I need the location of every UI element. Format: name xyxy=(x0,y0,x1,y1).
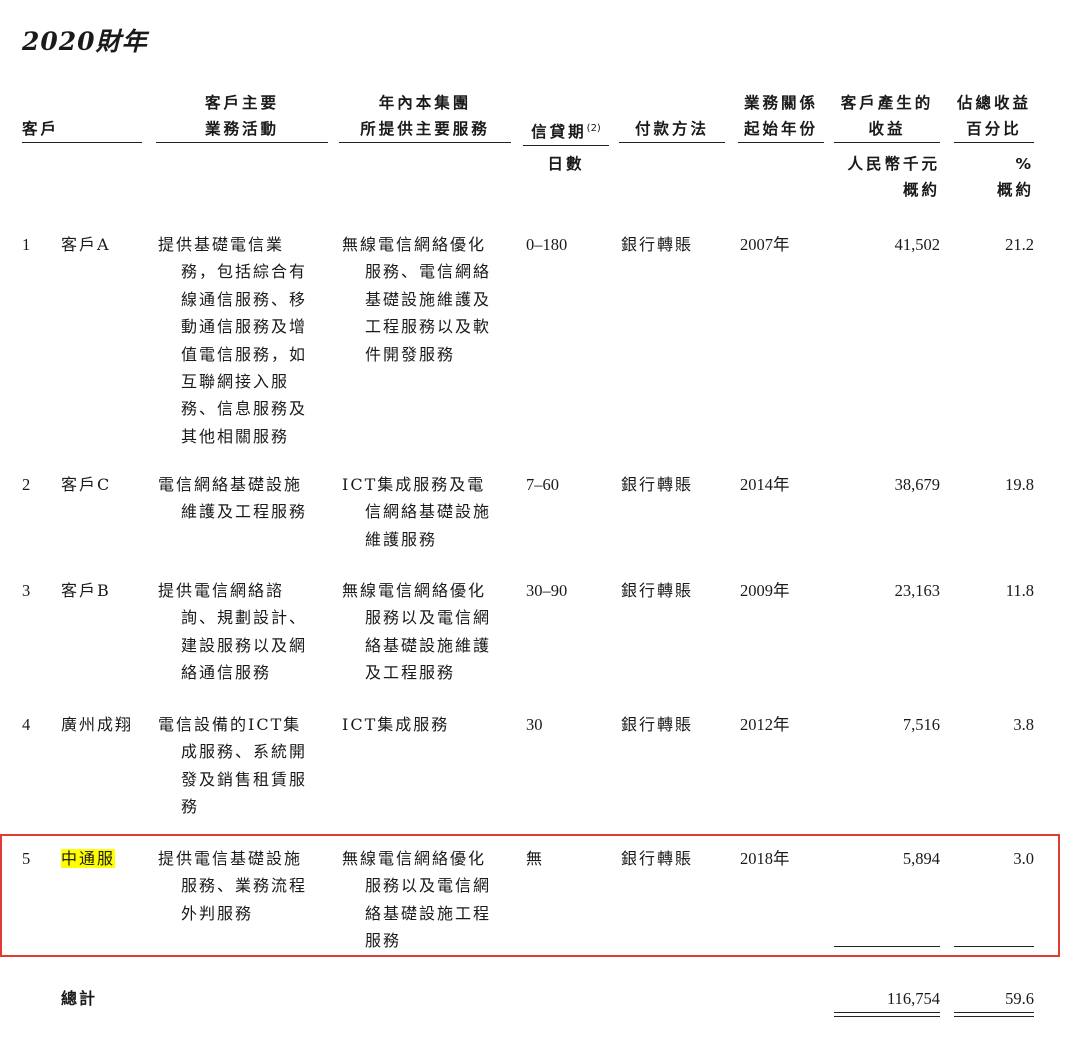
customer-name: 客戶A xyxy=(61,235,111,254)
percentage-value: 19.8 xyxy=(1005,475,1034,494)
revenue-value: 38,679 xyxy=(894,475,940,494)
credit-period: 無 xyxy=(526,849,545,868)
unit-credit: 日數 xyxy=(547,155,585,173)
credit-period: 30–90 xyxy=(526,581,568,600)
payment-method: 銀行轉賬 xyxy=(621,475,694,494)
credit-period: 0–180 xyxy=(526,235,568,254)
revenue-value: 23,163 xyxy=(894,581,940,600)
header-revenue: 客戶產生的 收益 xyxy=(834,90,940,143)
subtotal-rule xyxy=(954,946,1034,947)
page-title: 2020財年 xyxy=(22,27,148,56)
business-activities: 電信設備的ICT集 成服務、系統開 發及銷售租賃服 務 xyxy=(158,715,308,817)
percentage-value: 3.0 xyxy=(1013,849,1034,868)
unit-percentage: % 概約 xyxy=(996,155,1034,199)
business-activities: 提供電信基礎設施 服務、業務流程 外判服務 xyxy=(158,849,308,923)
payment-method: 銀行轉賬 xyxy=(621,849,694,868)
services-provided: 無線電信網絡優化 服務、電信網絡 基礎設施維護及 工程服務以及軟 件開發服務 xyxy=(342,235,492,364)
total-double-rule xyxy=(834,1016,940,1017)
customer-name: 客戶B xyxy=(61,581,111,600)
credit-period: 30 xyxy=(526,715,543,734)
highlighted-name: 中通服 xyxy=(61,849,116,868)
business-activities: 提供基礎電信業 務，包括綜合有 線通信服務、移 動通信服務及增 值電信服務，如 … xyxy=(158,235,308,446)
start-year: 2009年 xyxy=(740,581,790,600)
subtotal-rule xyxy=(834,946,940,947)
total-double-rule xyxy=(954,1016,1034,1017)
payment-method: 銀行轉賬 xyxy=(621,581,694,600)
total-revenue: 116,754 xyxy=(886,989,940,1008)
row-number: 5 xyxy=(22,849,31,868)
services-provided: ICT集成服務 xyxy=(342,715,450,734)
total-double-rule xyxy=(834,1012,940,1013)
revenue-value: 5,894 xyxy=(902,849,940,868)
customer-name: 客戶C xyxy=(61,475,112,494)
header-percentage: 佔總收益 百分比 xyxy=(954,90,1034,143)
customer-name: 中通服 xyxy=(61,845,116,872)
header-services: 年內本集團 所提供主要服務 xyxy=(339,90,511,143)
total-double-rule xyxy=(954,1012,1034,1013)
percentage-value: 3.8 xyxy=(1013,715,1034,734)
percentage-value: 11.8 xyxy=(1005,581,1034,600)
header-payment: 付款方法 xyxy=(619,116,725,143)
start-year: 2018年 xyxy=(740,849,790,868)
total-percentage: 59.6 xyxy=(1005,989,1034,1008)
customer-name: 廣州成翔 xyxy=(61,715,134,734)
revenue-value: 7,516 xyxy=(902,715,940,734)
row-number: 4 xyxy=(22,715,31,734)
total-label: 總計 xyxy=(61,989,98,1008)
payment-method: 銀行轉賬 xyxy=(621,235,694,254)
header-credit: 信貸期(2) xyxy=(523,116,609,147)
start-year: 2014年 xyxy=(740,475,790,494)
unit-revenue: 人民幣千元 概約 xyxy=(847,155,940,199)
services-provided: 無線電信網絡優化 服務以及電信網 絡基礎設施維護 及工程服務 xyxy=(342,581,492,683)
row-number: 2 xyxy=(22,475,31,494)
revenue-value: 41,502 xyxy=(894,235,940,254)
row-number: 1 xyxy=(22,235,31,254)
start-year: 2007年 xyxy=(740,235,790,254)
percentage-value: 21.2 xyxy=(1005,235,1034,254)
business-activities: 提供電信網絡諮 詢、規劃設計、 建設服務以及網 絡通信服務 xyxy=(158,581,308,683)
services-provided: 無線電信網絡優化 服務以及電信網 絡基礎設施工程 服務 xyxy=(342,849,492,951)
header-business: 客戶主要 業務活動 xyxy=(156,90,328,143)
business-activities: 電信網絡基礎設施 維護及工程服務 xyxy=(158,475,308,522)
start-year: 2012年 xyxy=(740,715,790,734)
header-customer: 客戶 xyxy=(22,116,142,143)
services-provided: ICT集成服務及電 信網絡基礎設施 維護服務 xyxy=(342,475,492,549)
header-start-year: 業務關係 起始年份 xyxy=(738,90,824,143)
credit-period: 7–60 xyxy=(526,475,559,494)
payment-method: 銀行轉賬 xyxy=(621,715,694,734)
row-number: 3 xyxy=(22,581,31,600)
